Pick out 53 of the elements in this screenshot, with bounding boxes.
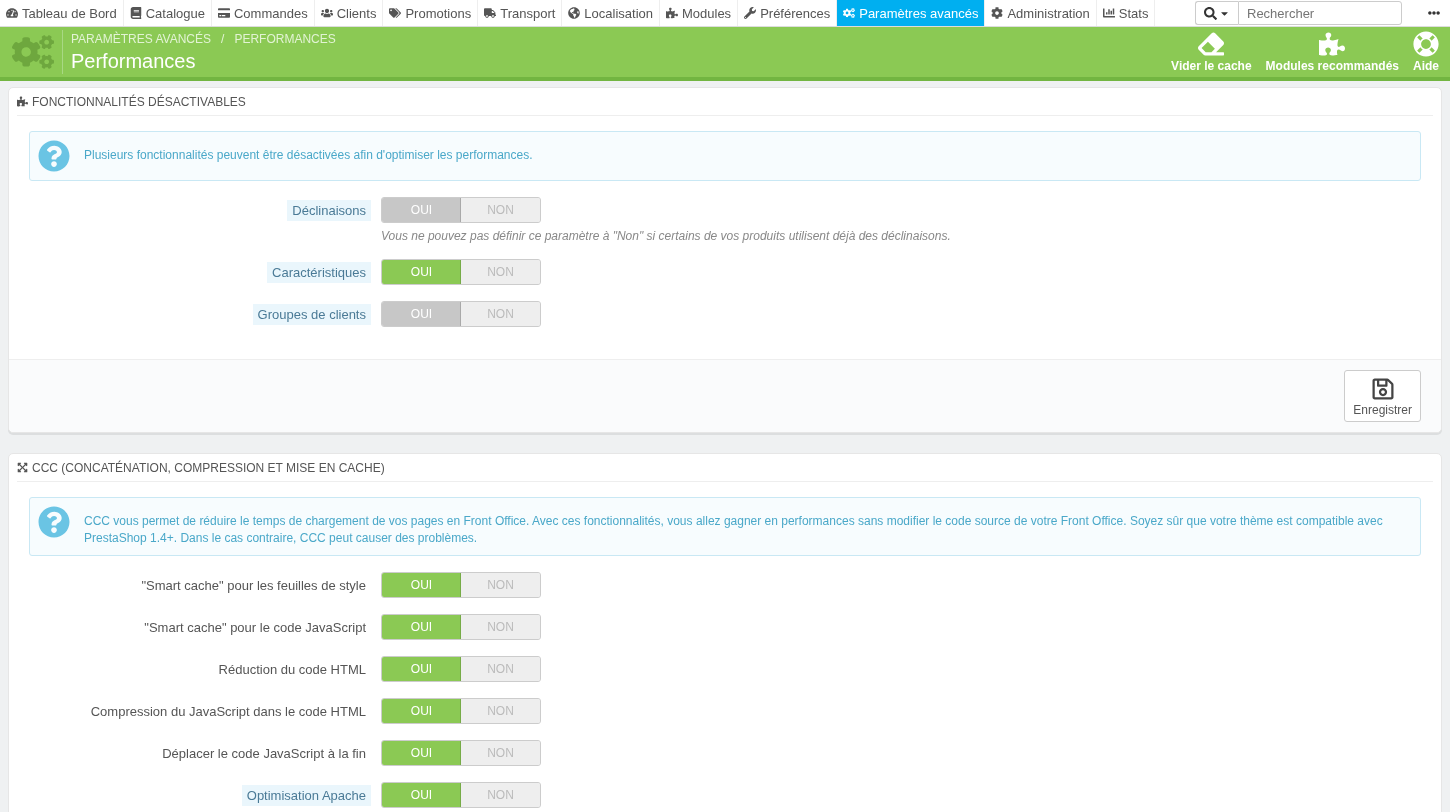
page-title: Performances	[71, 49, 197, 73]
field-label: Réduction du code HTML	[217, 660, 367, 679]
field-label: "Smart cache" pour le code JavaScript	[143, 618, 367, 637]
save-button[interactable]: Enregistrer	[1344, 370, 1421, 422]
tags-icon	[389, 7, 402, 19]
truck-icon	[484, 7, 497, 19]
info-text: Plusieurs fonctionnalités peuvent être désactivées afin d'optimiser les performances.	[84, 147, 533, 164]
search-icon	[1204, 6, 1217, 20]
field-label: Compression du JavaScript dans le code HTML	[89, 702, 367, 721]
save-icon	[1370, 377, 1395, 401]
question-icon	[38, 140, 70, 172]
yes-option[interactable]: OUI	[382, 615, 461, 639]
question-icon	[38, 506, 70, 538]
yes-option[interactable]: OUI	[382, 573, 461, 597]
field-label: "Smart cache" pour les feuilles de style	[140, 576, 367, 595]
toolbar-action[interactable]: Aide	[1406, 31, 1446, 73]
yes-option[interactable]: OUI	[382, 657, 461, 681]
field-label: Optimisation Apache	[241, 784, 371, 806]
globe-icon	[568, 7, 581, 19]
help-icon	[1413, 31, 1439, 57]
nav-tab[interactable]: Paramètres avancés	[837, 0, 986, 26]
puzzle-icon	[1319, 31, 1346, 57]
book-icon	[129, 7, 142, 19]
help-text: Vous ne pouvez pas définir ce paramètre à "Non" si certains de vos produits utilisent déjà des déclinaisons.	[381, 229, 952, 243]
expand-arrows-icon	[17, 462, 28, 473]
credit-card-icon	[217, 7, 230, 19]
puzzle-icon	[17, 96, 28, 107]
yes-option[interactable]: OUI	[382, 260, 461, 284]
users-icon	[320, 7, 333, 19]
info-text: CCC vous permet de réduire le temps de chargement de vos pages en Front Office. Avec ces fonctionnalités, vous allez gagner en performances sans modifier le code source de votre Front Office. Soyez sûr que votre thème est compatible avec PrestaShop 1.4+. Dans le cas contraire, CCC peut causer des problèmes.	[84, 513, 1384, 547]
field-label: Déplacer le code JavaScript à la fin	[161, 744, 367, 763]
toolbar-action[interactable]: Vider le cache	[1164, 31, 1259, 73]
breadcrumb-separator: /	[221, 31, 225, 46]
bar-chart-icon	[1102, 7, 1115, 19]
yes-option[interactable]: OUI	[382, 741, 461, 765]
breadcrumb-link[interactable]: PARAMÈTRES AVANCÉS	[71, 31, 212, 46]
gear-icon	[991, 7, 1004, 19]
field-label: Groupes de clients	[252, 303, 371, 325]
wrench-icon	[744, 7, 757, 19]
gears-icon	[843, 7, 856, 19]
search-field[interactable]: Rechercher	[1238, 1, 1402, 25]
search-scope-button[interactable]	[1195, 1, 1238, 25]
breadcrumb-current: PERFORMANCES	[234, 31, 336, 46]
eraser-icon	[1198, 31, 1225, 57]
toolbar-action[interactable]: Modules recommandés	[1258, 31, 1406, 73]
yes-option[interactable]: OUI	[382, 699, 461, 723]
field-label: Déclinaisons	[287, 199, 371, 221]
panel-title: FONCTIONNALITÉS DÉSACTIVABLES	[32, 94, 246, 109]
panel-title: CCC (CONCATÉNATION, COMPRESSION ET MISE EN CACHE)	[32, 460, 385, 475]
field-label: Caractéristiques	[267, 261, 371, 283]
yes-option[interactable]: OUI	[382, 783, 461, 807]
dashboard-icon	[6, 7, 18, 19]
puzzle-icon	[666, 7, 678, 19]
